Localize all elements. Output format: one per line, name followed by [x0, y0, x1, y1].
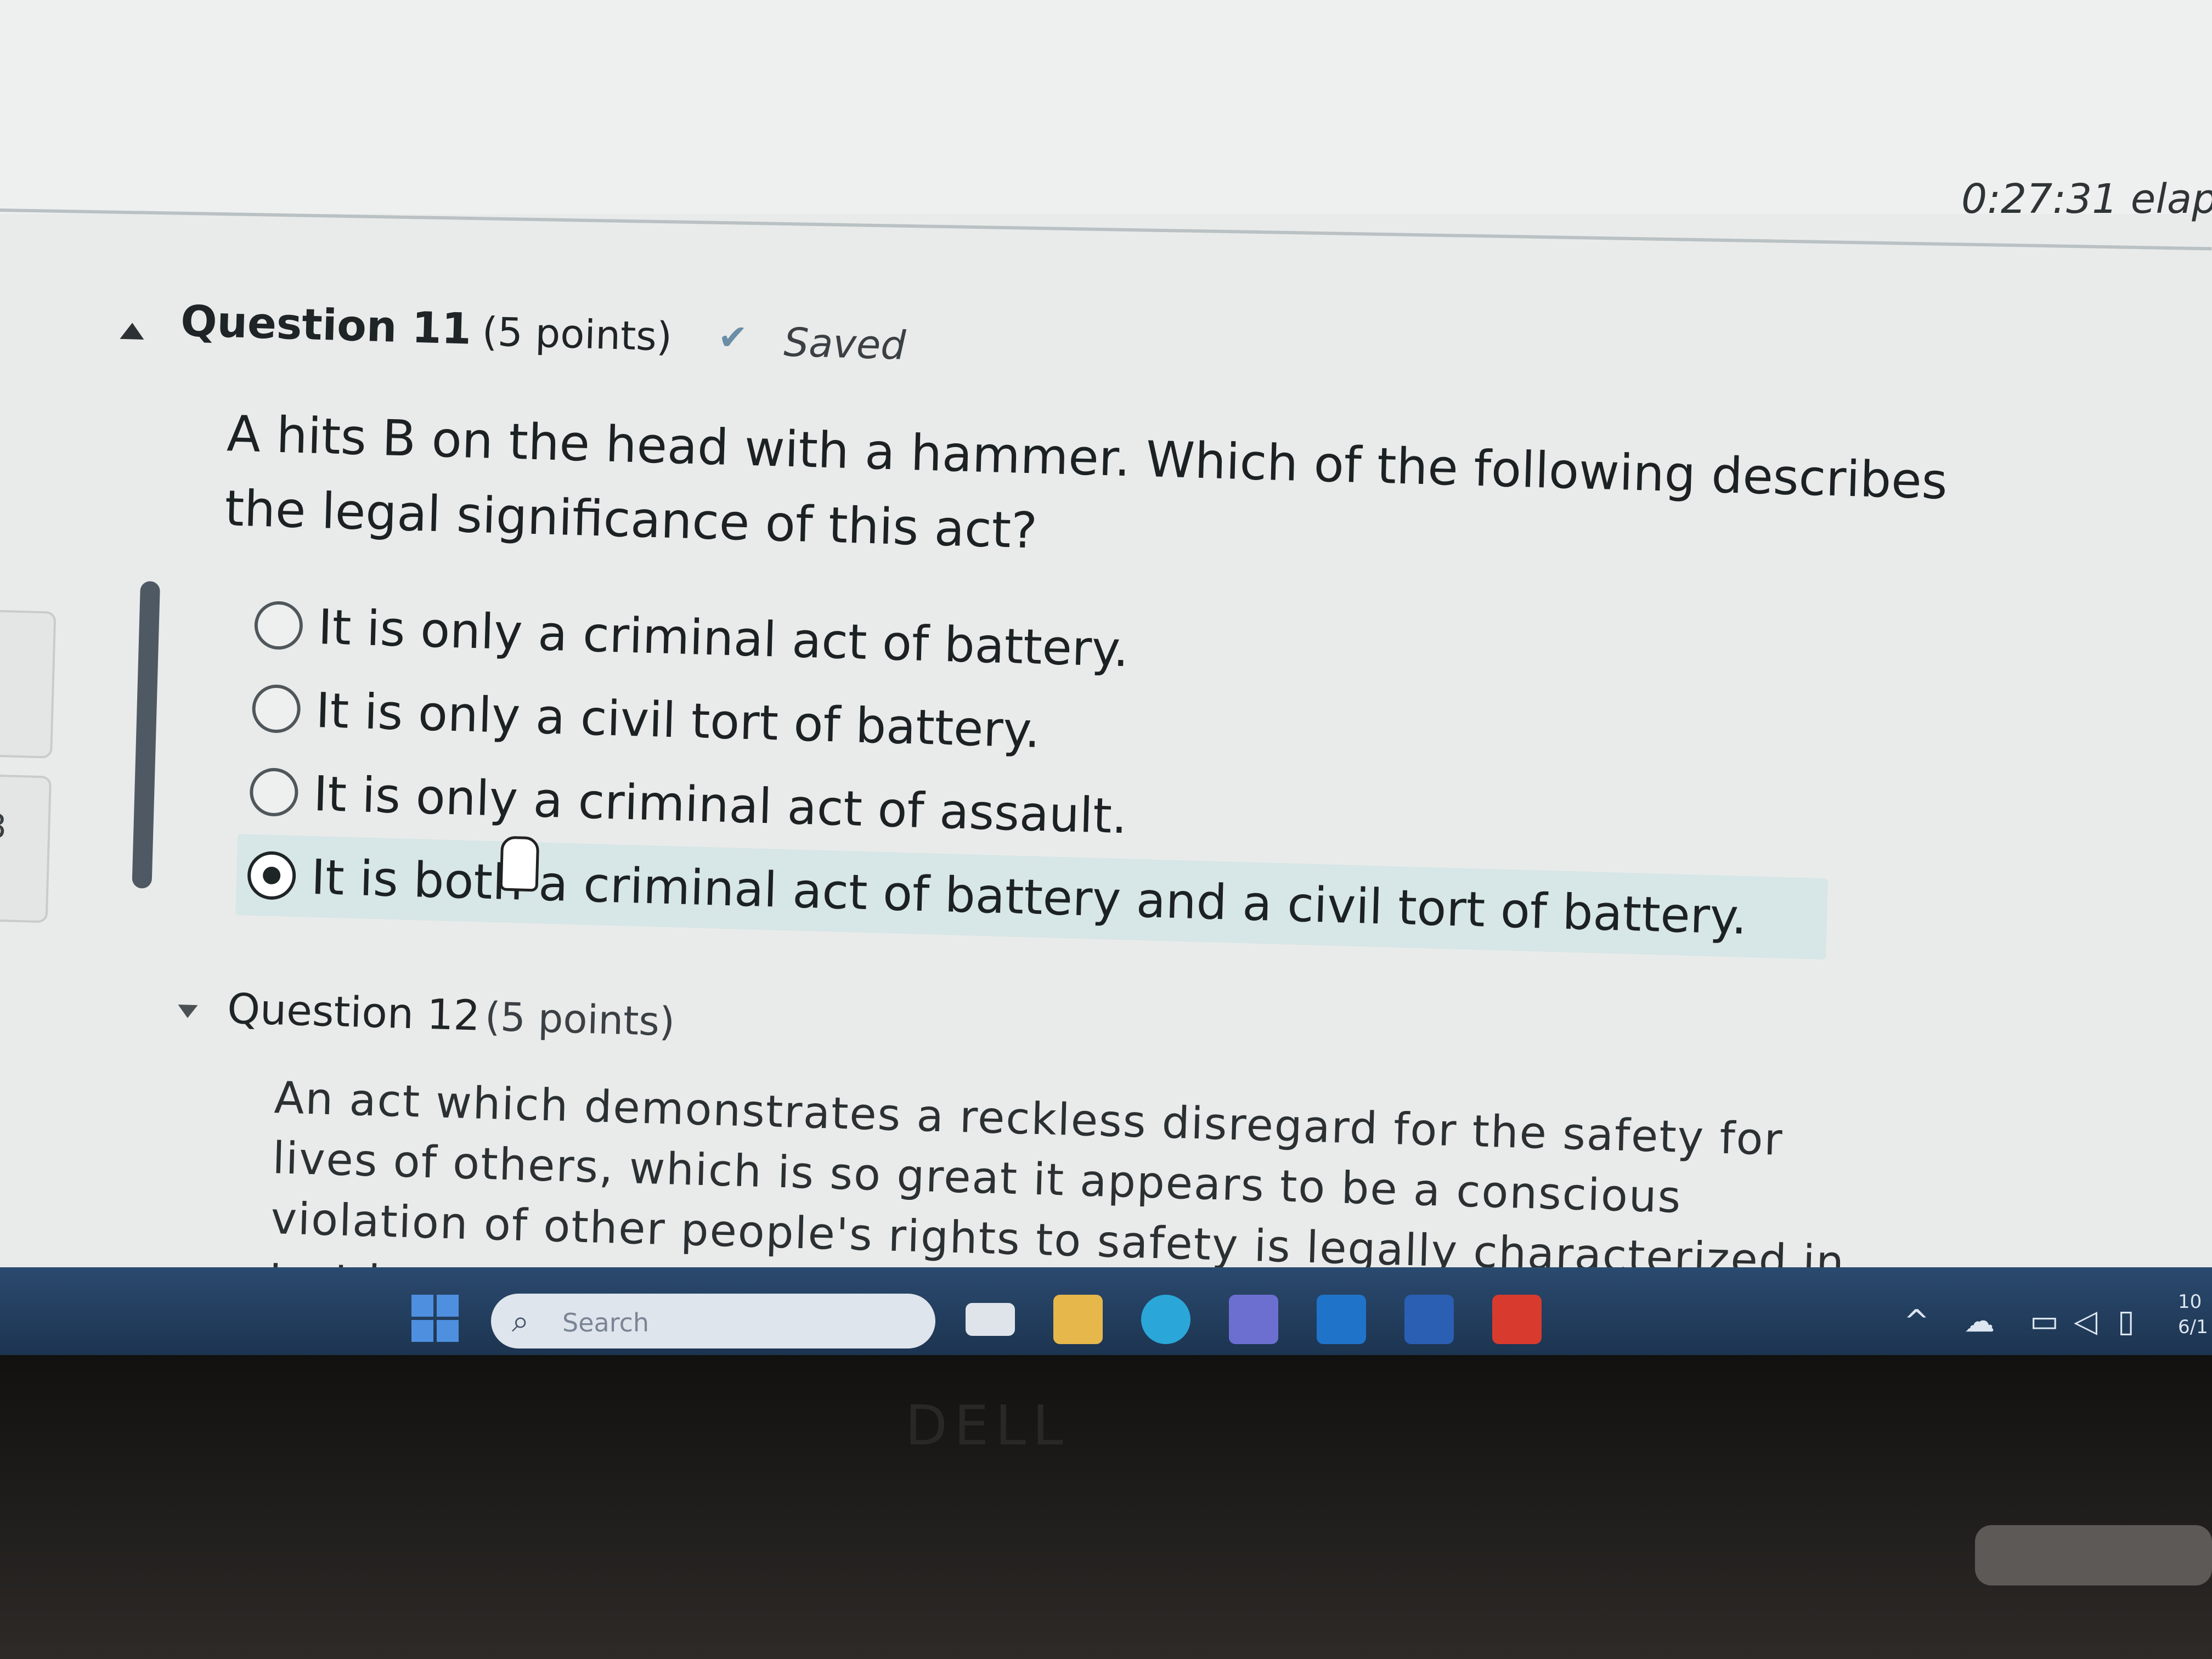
taskbar-search-input[interactable]: ⌕ Search: [491, 1294, 935, 1348]
taskbar-background: [0, 1267, 2212, 1355]
option-label[interactable]: It is only a criminal act of battery.: [317, 599, 1130, 678]
laptop-bezel: [0, 1355, 2212, 1659]
answer-options: It is only a criminal act of battery. It…: [235, 584, 1835, 962]
question-prompt: A hits B on the head with a hammer. Whic…: [224, 405, 1949, 560]
cloud-icon[interactable]: ☁: [1964, 1304, 1995, 1339]
chevron-up-icon[interactable]: ^: [1904, 1304, 1929, 1339]
question-points: (5 points): [484, 993, 676, 1045]
clock-date: 6/1: [2178, 1316, 2208, 1338]
nav-box[interactable]: [0, 774, 52, 923]
collapse-arrow-icon[interactable]: [120, 322, 145, 340]
radio-button[interactable]: [249, 767, 299, 817]
word-icon[interactable]: [1404, 1295, 1454, 1344]
teams-icon[interactable]: [1229, 1295, 1278, 1344]
radio-button[interactable]: [253, 600, 304, 651]
hand-cursor-icon: [499, 836, 540, 892]
search-placeholder: Search: [562, 1308, 650, 1338]
checkmark-icon: ✔: [717, 317, 748, 359]
question-title: Question 12: [227, 984, 481, 1040]
option-label[interactable]: It is only a civil tort of battery.: [315, 682, 1041, 759]
file-explorer-icon[interactable]: [1053, 1295, 1103, 1344]
nav-question-number[interactable]: 8: [0, 807, 7, 846]
laptop-hinge: [1975, 1525, 2212, 1585]
battery-icon[interactable]: ▯: [2118, 1304, 2135, 1339]
taskbar-clock[interactable]: 10 6/1: [2178, 1289, 2208, 1340]
volume-icon[interactable]: ◁: [2074, 1304, 2097, 1339]
question-nav-rail: 8: [0, 609, 57, 929]
question-points: (5 points): [481, 308, 673, 360]
clock-time: 10: [2178, 1291, 2202, 1313]
active-question-indicator: [132, 580, 161, 889]
question-11-header: Question 11 (5 points) ✔ Saved: [120, 295, 906, 369]
expand-arrow-icon[interactable]: [177, 1005, 198, 1019]
task-view-icon[interactable]: [966, 1303, 1015, 1336]
option-label[interactable]: It is only a criminal act of assault.: [313, 765, 1128, 844]
laptop-screen: 0:27:31 elapse 8 Question 11 (5 points) …: [0, 0, 2212, 1355]
nav-box[interactable]: [0, 609, 57, 759]
system-tray: ^ ☁ ▭ ◁ ▯: [1904, 1300, 2211, 1344]
saved-status: Saved: [783, 319, 907, 369]
radio-button[interactable]: [251, 684, 301, 734]
question-title: Question 11: [180, 296, 472, 354]
question-12-header: Question 12 (5 points): [177, 983, 675, 1045]
search-icon: ⌕: [512, 1304, 529, 1339]
edge-browser-icon[interactable]: [1141, 1295, 1190, 1344]
windows-taskbar: ⌕ Search ^ ☁ ▭ ◁ ▯ 10 6/1: [0, 1267, 2212, 1355]
laptop-brand-logo: DELL: [905, 1393, 1070, 1458]
windows-start-icon[interactable]: [411, 1295, 461, 1344]
quiz-content: 8 Question 11 (5 points) ✔ Saved A hits …: [0, 0, 2212, 1355]
acrobat-icon[interactable]: [1492, 1295, 1542, 1344]
network-icon[interactable]: ▭: [2030, 1304, 2059, 1339]
outlook-icon[interactable]: [1317, 1295, 1366, 1344]
radio-button-selected[interactable]: [246, 850, 297, 901]
